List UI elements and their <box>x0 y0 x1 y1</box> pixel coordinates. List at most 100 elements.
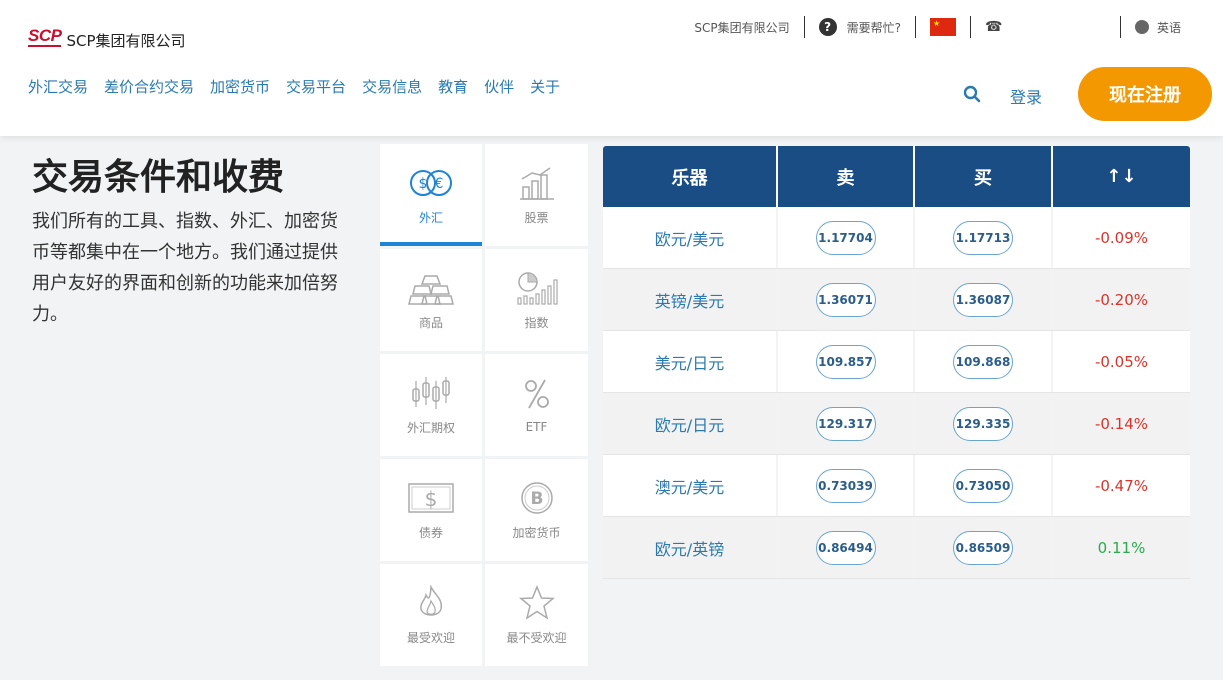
buy-price-button[interactable]: 109.868 <box>953 344 1013 379</box>
buy-price-button[interactable]: 0.86509 <box>953 530 1013 565</box>
cell-buy: 1.17713 <box>915 207 1053 268</box>
instrument-link[interactable]: 英镑/美元 <box>655 288 724 312</box>
buy-price-button[interactable]: 1.17713 <box>953 220 1013 255</box>
instrument-link[interactable]: 欧元/日元 <box>655 412 724 436</box>
language-selector[interactable]: 英语 <box>1121 16 1195 38</box>
cell-instrument: 欧元/美元 <box>603 207 778 268</box>
instrument-link[interactable]: 澳元/美元 <box>655 474 724 498</box>
category-tab-least-popular[interactable]: 最不受欢迎 <box>485 564 588 666</box>
search-icon[interactable] <box>963 85 981 103</box>
help-label: 需要帮忙? <box>846 20 901 35</box>
site-header: SCP SCP集团有限公司 SCP集团有限公司 ? 需要帮忙? ☎ 英语 外汇交… <box>0 0 1223 136</box>
svg-text:$: $ <box>425 487 438 511</box>
table-row[interactable]: 美元/日元 109.857 109.868 -0.05% <box>603 331 1190 393</box>
category-label: 外汇期权 <box>406 420 455 435</box>
svg-text:€: € <box>435 176 444 192</box>
cell-buy: 0.86509 <box>915 517 1053 578</box>
bond-icon: $ <box>408 482 454 513</box>
category-tab-most-popular[interactable]: 最受欢迎 <box>380 564 482 666</box>
column-header-instrument[interactable]: 乐器 <box>603 146 778 207</box>
sell-price-button[interactable]: 1.36071 <box>815 282 876 317</box>
topbar-company-label: SCP集团有限公司 <box>694 20 790 35</box>
category-tab-forex[interactable]: $ € 外汇 <box>380 144 482 246</box>
nav-item-platforms[interactable]: 交易平台 <box>286 76 346 97</box>
sell-price-button[interactable]: 129.317 <box>815 406 876 441</box>
buy-price-button[interactable]: 129.335 <box>953 406 1013 441</box>
nav-item-partners[interactable]: 伙伴 <box>484 76 514 97</box>
nav-item-about[interactable]: 关于 <box>530 76 560 97</box>
cell-instrument: 美元/日元 <box>603 331 778 392</box>
language-flag-button[interactable] <box>916 16 971 38</box>
china-flag-icon <box>929 18 956 36</box>
category-label: 最不受欢迎 <box>506 630 567 645</box>
cell-change: -0.20% <box>1053 269 1190 330</box>
nav-item-crypto[interactable]: 加密货币 <box>210 76 270 97</box>
candlestick-icon <box>412 376 450 409</box>
percent-icon <box>524 379 549 409</box>
page-title: 交易条件和收费 <box>32 157 285 198</box>
instrument-link[interactable]: 欧元/英镑 <box>655 536 724 560</box>
category-tab-commodities[interactable]: 商品 <box>380 249 482 351</box>
cell-sell: 0.86494 <box>778 517 915 578</box>
cell-sell: 1.36071 <box>778 269 915 330</box>
category-tab-crypto[interactable]: B 加密货币 <box>485 459 588 561</box>
instrument-link[interactable]: 欧元/美元 <box>655 226 724 250</box>
phone-icon: ☎ <box>984 19 1003 35</box>
instrument-link[interactable]: 美元/日元 <box>655 350 724 374</box>
table-row[interactable]: 欧元/美元 1.17704 1.17713 -0.09% <box>603 207 1190 269</box>
column-header-buy[interactable]: 买 <box>915 146 1053 207</box>
topbar-company-link[interactable]: SCP集团有限公司 <box>680 16 805 38</box>
change-value: 0.11% <box>1097 538 1146 557</box>
cell-change: -0.09% <box>1053 207 1190 268</box>
nav-item-info[interactable]: 交易信息 <box>362 76 422 97</box>
category-tab-stocks[interactable]: 股票 <box>485 144 588 246</box>
cell-instrument: 澳元/美元 <box>603 455 778 516</box>
column-header-change[interactable]: ↑↓ <box>1053 146 1190 207</box>
rates-table: 乐器 卖 买 ↑↓ 欧元/美元 1.17704 1.17713 -0.09% 英镑/美元… <box>603 146 1190 579</box>
star-icon <box>518 584 555 620</box>
logo[interactable]: SCP SCP集团有限公司 <box>28 24 186 51</box>
page-description: 我们所有的工具、指数、外汇、加密货币等都集中在一个地方。我们通过提供用户友好的界… <box>32 211 338 325</box>
table-row[interactable]: 英镑/美元 1.36071 1.36087 -0.20% <box>603 269 1190 331</box>
help-link[interactable]: ? 需要帮忙? <box>805 16 916 38</box>
buy-price-button[interactable]: 1.36087 <box>953 282 1013 317</box>
cell-sell: 129.317 <box>778 393 915 454</box>
cell-buy: 109.868 <box>915 331 1053 392</box>
category-label: 加密货币 <box>512 525 561 540</box>
fire-icon <box>420 584 443 616</box>
cell-sell: 1.17704 <box>778 207 915 268</box>
nav-item-cfd[interactable]: 差价合约交易 <box>104 76 194 97</box>
cell-change: -0.05% <box>1053 331 1190 392</box>
top-utility-bar: SCP集团有限公司 ? 需要帮忙? ☎ 英语 <box>680 16 1195 38</box>
table-row[interactable]: 欧元/日元 129.317 129.335 -0.14% <box>603 393 1190 455</box>
category-tab-fx-options[interactable]: 外汇期权 <box>380 354 482 456</box>
change-value: -0.09% <box>1094 228 1149 247</box>
category-tab-etf[interactable]: ETF <box>485 354 588 456</box>
language-label: 英语 <box>1156 20 1181 35</box>
cell-change: -0.47% <box>1053 455 1190 516</box>
login-link[interactable]: 登录 <box>1010 84 1042 108</box>
phone-link[interactable]: ☎ <box>971 16 1121 38</box>
buy-price-button[interactable]: 0.73050 <box>953 468 1013 503</box>
logo-mark: SCP <box>28 26 62 47</box>
cell-change: -0.14% <box>1053 393 1190 454</box>
bitcoin-icon: B <box>520 481 553 514</box>
cell-buy: 1.36087 <box>915 269 1053 330</box>
category-tab-bonds[interactable]: $ 债券 <box>380 459 482 561</box>
sell-price-button[interactable]: 0.86494 <box>815 530 876 565</box>
table-row[interactable]: 欧元/英镑 0.86494 0.86509 0.11% <box>603 517 1190 579</box>
nav-item-education[interactable]: 教育 <box>438 76 468 97</box>
sell-price-button[interactable]: 0.73039 <box>815 468 876 503</box>
category-tab-indices[interactable]: 指数 <box>485 249 588 351</box>
table-header: 乐器 卖 买 ↑↓ <box>603 146 1190 207</box>
nav-item-forex[interactable]: 外汇交易 <box>28 76 88 97</box>
change-value: -0.20% <box>1094 290 1149 309</box>
table-row[interactable]: 澳元/美元 0.73039 0.73050 -0.47% <box>603 455 1190 517</box>
category-label: 商品 <box>418 315 443 330</box>
register-button[interactable]: 现在注册 <box>1078 67 1212 121</box>
main-nav: 外汇交易 差价合约交易 加密货币 交易平台 交易信息 教育 伙伴 关于 <box>28 76 576 97</box>
column-header-sell[interactable]: 卖 <box>778 146 915 207</box>
svg-text:$: $ <box>419 176 428 192</box>
sell-price-button[interactable]: 1.17704 <box>815 220 876 255</box>
sell-price-button[interactable]: 109.857 <box>815 344 876 379</box>
